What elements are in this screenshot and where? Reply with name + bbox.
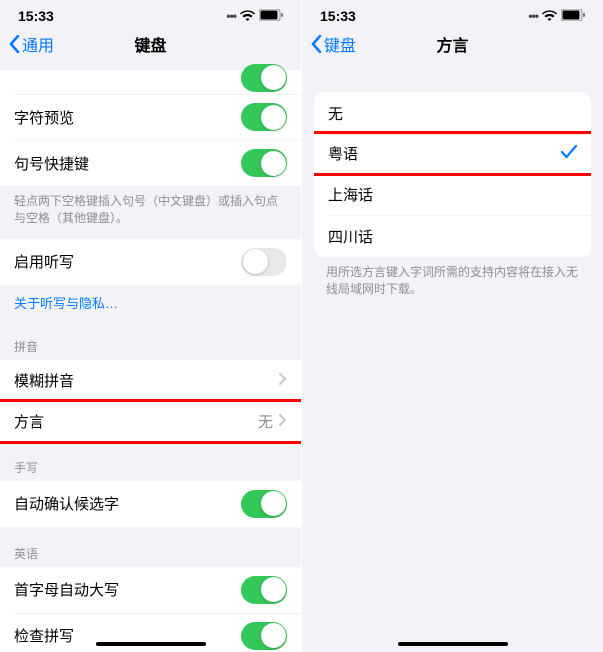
toggle-switch[interactable]	[241, 622, 287, 650]
row-auto-caps[interactable]: 首字母自动大写	[0, 567, 301, 613]
nav-title: 方言	[436, 32, 468, 56]
footer-text: 轻点两下空格键插入句号（中文键盘）或插入句点与空格（其他键盘）。	[0, 186, 301, 229]
toggle-switch[interactable]	[241, 576, 287, 604]
option-sichuanese[interactable]: 四川话	[314, 215, 591, 257]
status-time: 15:33	[320, 8, 356, 24]
option-label: 粤语	[328, 143, 358, 164]
row-label: 首字母自动大写	[14, 579, 119, 600]
wifi-icon	[542, 8, 557, 24]
chevron-left-icon	[310, 35, 322, 53]
nav-bar: 键盘 方言	[302, 26, 603, 62]
section-header-handwrite: 手写	[0, 441, 301, 481]
dictation-privacy-link[interactable]: 关于听写与隐私…	[0, 285, 301, 320]
row-enable-dictation[interactable]: 启用听写	[0, 239, 301, 285]
nav-title: 键盘	[134, 32, 166, 56]
row-label: 检查拼写	[14, 625, 74, 646]
chevron-right-icon	[279, 372, 287, 389]
toggle-switch[interactable]	[241, 149, 287, 177]
group-dialects: 无 粤语 上海话 四川话	[314, 92, 591, 257]
status-time: 15:33	[18, 8, 54, 24]
signal-dots-icon: •••	[528, 9, 538, 23]
option-label: 上海话	[328, 184, 373, 205]
toggle-switch[interactable]	[241, 64, 287, 92]
status-right: •••	[226, 8, 283, 24]
content-scroll[interactable]: 字符预览 句号快捷键 轻点两下空格键插入句号（中文键盘）或插入句点与空格（其他键…	[0, 62, 301, 652]
toggle-switch[interactable]	[241, 490, 287, 518]
row-char-preview[interactable]: 字符预览	[0, 94, 301, 140]
row-label: 自动确认候选字	[14, 493, 119, 514]
home-indicator[interactable]	[398, 642, 508, 646]
row-label: 模糊拼音	[14, 370, 74, 391]
back-label: 键盘	[324, 32, 356, 56]
content-scroll[interactable]: 无 粤语 上海话 四川话 用所选方言键入字词所需的支持内容将在接入无线局域网时下…	[302, 62, 603, 652]
toggle-switch[interactable]	[241, 248, 287, 276]
option-cantonese[interactable]: 粤语	[314, 131, 591, 176]
toggle-switch[interactable]	[241, 103, 287, 131]
screen-keyboard-settings: 15:33 ••• 通用 键盘 字符预览	[0, 0, 301, 652]
chevron-right-icon	[279, 413, 287, 430]
row-auto-confirm[interactable]: 自动确认候选字	[0, 481, 301, 527]
section-header-pinyin: 拼音	[0, 320, 301, 360]
option-shanghainese[interactable]: 上海话	[314, 173, 591, 215]
row-fuzzy-pinyin[interactable]: 模糊拼音	[0, 360, 301, 402]
status-bar: 15:33 •••	[0, 6, 301, 26]
option-none[interactable]: 无	[314, 92, 591, 134]
battery-icon	[259, 8, 283, 24]
option-label: 四川话	[328, 226, 373, 247]
battery-icon	[561, 8, 585, 24]
row-partial[interactable]	[0, 70, 301, 94]
row-check-spelling[interactable]: 检查拼写	[0, 613, 301, 652]
status-right: •••	[528, 8, 585, 24]
option-label: 无	[328, 103, 343, 124]
chevron-left-icon	[8, 35, 20, 53]
status-bar: 15:33 •••	[302, 6, 603, 26]
footer-text: 用所选方言键入字词所需的支持内容将在接入无线局域网时下载。	[302, 257, 603, 300]
back-button[interactable]: 通用	[8, 32, 54, 56]
back-button[interactable]: 键盘	[310, 32, 356, 56]
group-basic: 字符预览 句号快捷键	[0, 70, 301, 186]
row-value: 无	[258, 411, 273, 432]
row-label: 句号快捷键	[14, 153, 89, 174]
checkmark-icon	[561, 145, 577, 163]
row-label: 字符预览	[14, 107, 74, 128]
back-label: 通用	[22, 32, 54, 56]
section-header-english: 英语	[0, 527, 301, 567]
signal-dots-icon: •••	[226, 9, 236, 23]
home-indicator[interactable]	[96, 642, 206, 646]
nav-bar: 通用 键盘	[0, 26, 301, 62]
row-label: 启用听写	[14, 251, 74, 272]
wifi-icon	[240, 8, 255, 24]
row-label: 方言	[14, 411, 44, 432]
row-dialect[interactable]: 方言 无	[0, 399, 301, 444]
row-period-shortcut[interactable]: 句号快捷键	[0, 140, 301, 186]
group-english: 首字母自动大写 检查拼写 输入预测 滑行键入时逐词删除	[0, 567, 301, 652]
group-pinyin: 模糊拼音 方言 无	[0, 360, 301, 444]
screen-dialect-select: 15:33 ••• 键盘 方言 无 粤语	[302, 0, 603, 652]
group-handwrite: 自动确认候选字	[0, 481, 301, 527]
group-dictation: 启用听写	[0, 239, 301, 285]
